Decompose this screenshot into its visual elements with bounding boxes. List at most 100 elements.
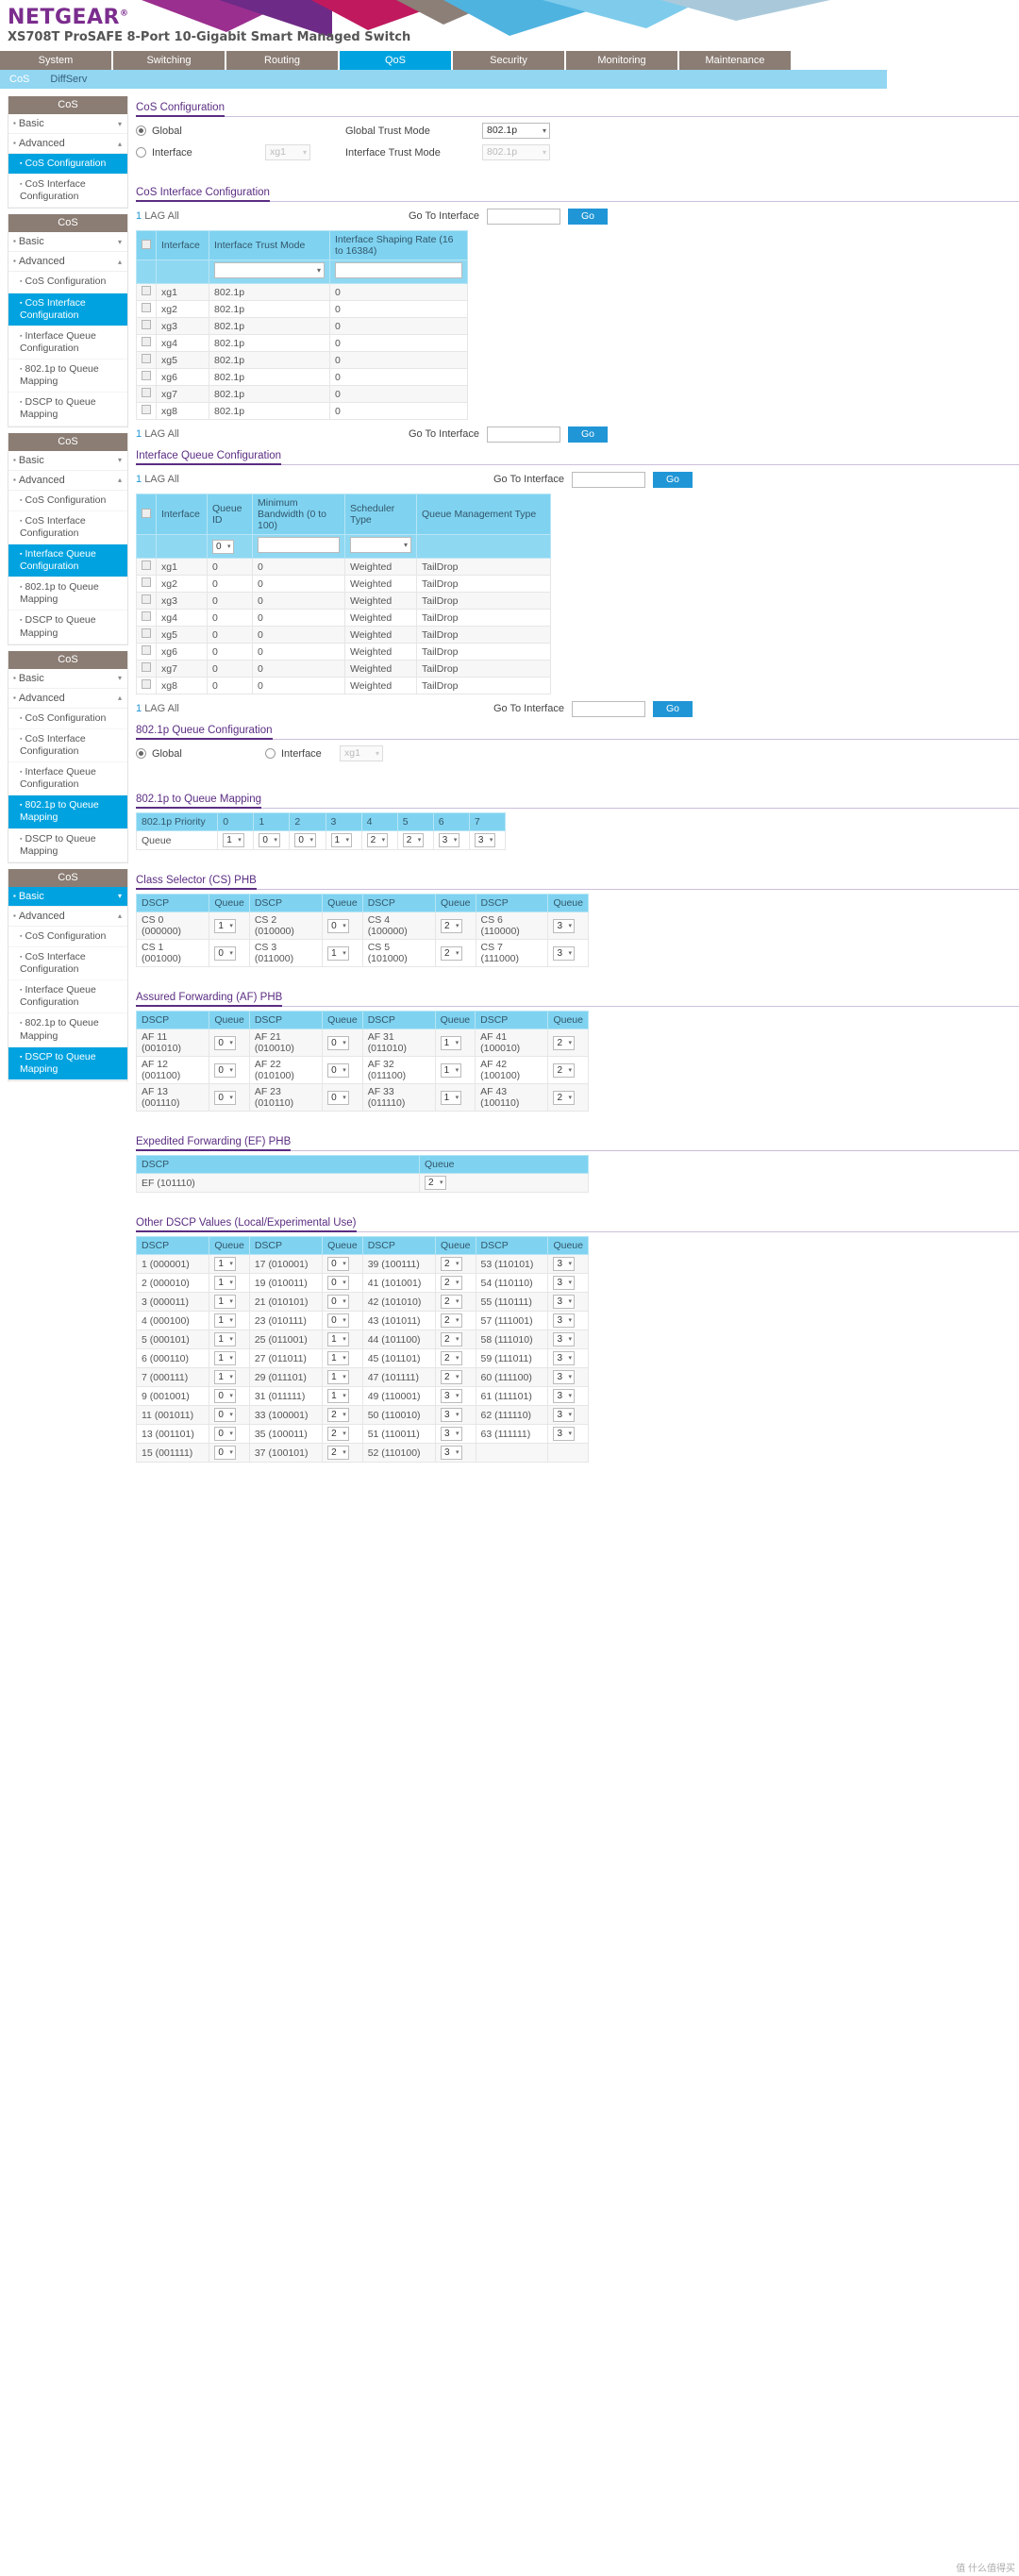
select-all-checkbox[interactable] bbox=[142, 508, 151, 518]
sidebar-subitem[interactable]: DSCP to Queue Mapping bbox=[8, 393, 127, 427]
queue-select[interactable]: 0 bbox=[327, 1313, 349, 1328]
queue-select[interactable]: 2 bbox=[553, 1035, 575, 1050]
go-button[interactable]: Go bbox=[567, 208, 608, 225]
subnav-diffserv[interactable]: DiffServ bbox=[50, 74, 87, 85]
queue-select[interactable]: 0 bbox=[214, 1090, 236, 1105]
tab-monitoring[interactable]: Monitoring bbox=[566, 51, 679, 70]
queue-select[interactable]: 3 bbox=[553, 1276, 575, 1290]
queue-select[interactable]: 1 bbox=[214, 1351, 236, 1365]
sidebar-subitem[interactable]: CoS Configuration bbox=[8, 709, 127, 729]
go-button[interactable]: Go bbox=[652, 700, 693, 717]
queue-select[interactable]: 2 bbox=[441, 945, 462, 961]
queue-select[interactable]: 0 bbox=[214, 1389, 236, 1403]
row-checkbox[interactable] bbox=[142, 337, 151, 346]
row-checkbox[interactable] bbox=[142, 560, 151, 570]
queue-select[interactable]: 2 bbox=[441, 1313, 462, 1328]
goto-interface-input[interactable] bbox=[571, 700, 645, 717]
row-checkbox[interactable] bbox=[142, 286, 151, 295]
queue-select[interactable]: 2 bbox=[553, 1062, 575, 1078]
tab-qos[interactable]: QoS bbox=[340, 51, 453, 70]
queue-select[interactable]: 1 bbox=[214, 1370, 236, 1384]
queue-select[interactable]: 1 bbox=[214, 1295, 236, 1309]
queue-select[interactable]: 1 bbox=[440, 1035, 462, 1050]
tab-maintenance[interactable]: Maintenance bbox=[679, 51, 793, 70]
queue-select[interactable]: 3 bbox=[553, 1408, 575, 1422]
queue-select[interactable]: 0 bbox=[214, 1035, 236, 1050]
queue-select[interactable]: 3 bbox=[553, 1351, 575, 1365]
tab-system[interactable]: System bbox=[0, 51, 113, 70]
sidebar-subitem[interactable]: CoS Configuration bbox=[8, 272, 127, 293]
queue-select[interactable]: 0 bbox=[294, 833, 316, 847]
dot1p-interface-radio[interactable] bbox=[265, 748, 276, 759]
queue-select[interactable]: 3 bbox=[553, 1389, 575, 1403]
row-checkbox[interactable] bbox=[142, 611, 151, 621]
queue-select[interactable]: 2 bbox=[441, 1257, 462, 1271]
sidebar-subitem[interactable]: Interface Queue Configuration bbox=[8, 762, 127, 796]
sidebar-subitem[interactable]: CoS Interface Configuration bbox=[8, 293, 127, 326]
go-button[interactable]: Go bbox=[652, 471, 693, 488]
row-checkbox[interactable] bbox=[142, 594, 151, 604]
tab-security[interactable]: Security bbox=[453, 51, 566, 70]
queue-select[interactable]: 3 bbox=[553, 1370, 575, 1384]
queue-select[interactable]: 3 bbox=[441, 1389, 462, 1403]
queue-select[interactable]: 0 bbox=[327, 1090, 349, 1105]
interface-radio[interactable] bbox=[136, 147, 146, 158]
queue-select[interactable]: 1 bbox=[440, 1090, 462, 1105]
queue-select[interactable]: 0 bbox=[327, 1035, 349, 1050]
queue-select[interactable]: 1 bbox=[327, 1370, 349, 1384]
queue-select[interactable]: 0 bbox=[214, 1408, 236, 1422]
scheduler-type-filter-select[interactable] bbox=[350, 537, 411, 553]
lag-count[interactable]: 1 bbox=[136, 474, 142, 485]
sidebar-item-advanced[interactable]: Advanced ▴ bbox=[8, 907, 127, 927]
sidebar-subitem[interactable]: 802.1p to Queue Mapping bbox=[8, 577, 127, 611]
queue-id-filter-select[interactable]: 0 bbox=[212, 539, 234, 554]
queue-select[interactable]: 2 bbox=[441, 1276, 462, 1290]
queue-select[interactable]: 1 bbox=[327, 1389, 349, 1403]
sidebar-subitem[interactable]: DSCP to Queue Mapping bbox=[8, 829, 127, 862]
sidebar-item-advanced[interactable]: Advanced ▴ bbox=[8, 134, 127, 154]
lag-count[interactable]: 1 bbox=[136, 703, 142, 714]
queue-select[interactable]: 3 bbox=[438, 833, 460, 847]
sidebar-subitem[interactable]: DSCP to Queue Mapping bbox=[8, 611, 127, 644]
tab-routing[interactable]: Routing bbox=[226, 51, 340, 70]
queue-select[interactable]: 3 bbox=[441, 1408, 462, 1422]
queue-select[interactable]: 0 bbox=[327, 918, 349, 933]
row-checkbox[interactable] bbox=[142, 405, 151, 414]
queue-select[interactable]: 3 bbox=[441, 1427, 462, 1441]
queue-select[interactable]: 2 bbox=[425, 1176, 446, 1190]
sidebar-item-advanced[interactable]: Advanced ▴ bbox=[8, 689, 127, 709]
queue-select[interactable]: 0 bbox=[327, 1295, 349, 1309]
shaping-rate-filter-input[interactable] bbox=[335, 262, 462, 278]
queue-select[interactable]: 1 bbox=[327, 1351, 349, 1365]
sidebar-subitem[interactable]: CoS Configuration bbox=[8, 154, 127, 176]
sidebar-item-basic[interactable]: Basic ▾ bbox=[8, 669, 127, 689]
row-checkbox[interactable] bbox=[142, 679, 151, 689]
queue-select[interactable]: 0 bbox=[327, 1257, 349, 1271]
lag-count[interactable]: 1 bbox=[136, 210, 142, 222]
goto-interface-input[interactable] bbox=[486, 426, 560, 443]
sidebar-item-advanced[interactable]: Advanced ▴ bbox=[8, 471, 127, 491]
lag-count[interactable]: 1 bbox=[136, 428, 142, 440]
queue-select[interactable]: 2 bbox=[402, 833, 425, 847]
sidebar-item-basic[interactable]: Basic ▾ bbox=[8, 114, 127, 134]
queue-select[interactable]: 3 bbox=[553, 1332, 575, 1347]
queue-select[interactable]: 1 bbox=[440, 1062, 462, 1078]
queue-select[interactable]: 3 bbox=[441, 1446, 462, 1460]
queue-select[interactable]: 2 bbox=[441, 1295, 462, 1309]
row-checkbox[interactable] bbox=[142, 303, 151, 312]
sidebar-subitem[interactable]: CoS Interface Configuration bbox=[8, 729, 127, 762]
queue-select[interactable]: 1 bbox=[214, 1332, 236, 1347]
queue-select[interactable]: 1 bbox=[327, 945, 349, 961]
queue-select[interactable]: 0 bbox=[327, 1276, 349, 1290]
queue-select[interactable]: 3 bbox=[553, 945, 575, 961]
queue-select[interactable]: 1 bbox=[214, 1257, 236, 1271]
sidebar-subitem[interactable]: CoS Configuration bbox=[8, 491, 127, 511]
sidebar-subitem[interactable]: Interface Queue Configuration bbox=[8, 544, 127, 578]
queue-select[interactable]: 3 bbox=[553, 1313, 575, 1328]
sidebar-subitem[interactable]: CoS Interface Configuration bbox=[8, 175, 127, 209]
tab-switching[interactable]: Switching bbox=[113, 51, 226, 70]
queue-select[interactable]: 0 bbox=[214, 1446, 236, 1460]
queue-select[interactable]: 0 bbox=[214, 1427, 236, 1441]
queue-select[interactable]: 1 bbox=[330, 833, 353, 847]
sidebar-subitem[interactable]: Interface Queue Configuration bbox=[8, 326, 127, 360]
